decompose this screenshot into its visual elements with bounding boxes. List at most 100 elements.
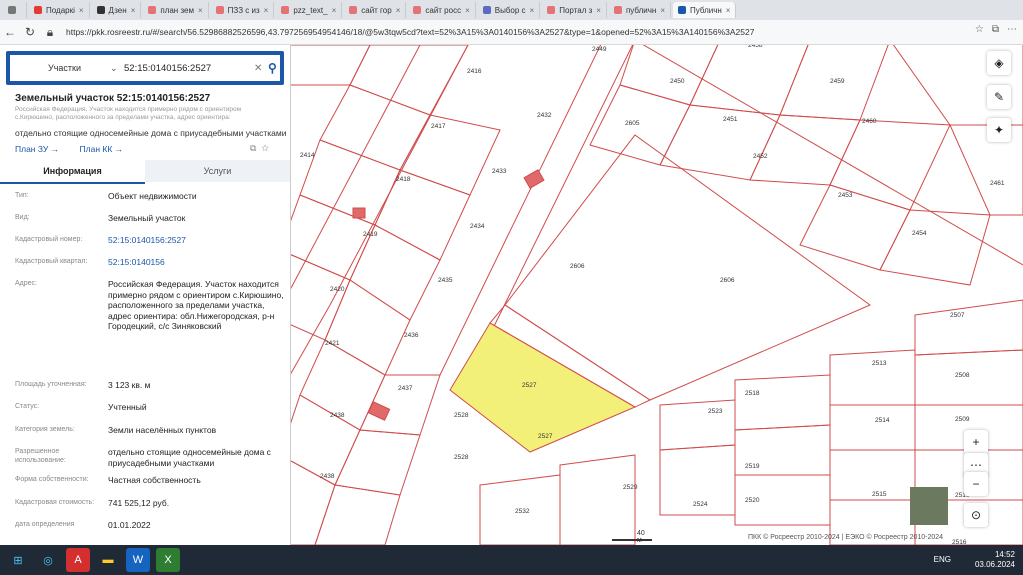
reload-icon[interactable]: ↻ — [20, 25, 40, 39]
parcel-number-label: 2529 — [623, 484, 638, 491]
clock[interactable]: 14:52 03.06.2024 — [975, 550, 1015, 570]
browser-tab[interactable]: Дзен × — [92, 2, 142, 18]
search-type-select[interactable]: Участки — [48, 63, 110, 73]
parcel-number-label: 2509 — [955, 416, 970, 423]
parcel-2449[interactable] — [619, 45, 720, 106]
parcel-2416[interactable] — [349, 45, 469, 116]
parcel-2453[interactable] — [799, 184, 911, 271]
language-indicator[interactable]: ENG — [934, 555, 951, 564]
browser-tab[interactable]: сайт росс × — [408, 2, 476, 18]
parcel-2451[interactable] — [659, 104, 781, 181]
info-value[interactable]: 52:15:0140156 — [108, 257, 284, 268]
tab-favicon-icon — [8, 6, 16, 14]
parcel-2523[interactable] — [659, 399, 736, 451]
parcel-2438b[interactable] — [314, 484, 401, 545]
parcel-2518[interactable] — [734, 374, 831, 431]
browser-tab[interactable]: Подаркі × — [29, 2, 90, 18]
building-footprint[interactable] — [523, 169, 545, 189]
info-value: 741 525,12 руб. — [108, 498, 170, 508]
tab-info[interactable]: Информация — [0, 160, 145, 184]
info-value: Российская Федерация. Участок находится … — [108, 279, 284, 331]
parcel-address-short: Российская Федерация. Участок находится … — [15, 106, 242, 121]
favorite-star-icon[interactable]: ☆ — [261, 143, 268, 153]
browser-tab[interactable]: ПЗЗ с из × — [211, 2, 275, 18]
browser-tab[interactable]: публичн × — [609, 2, 671, 18]
building-footprint[interactable] — [352, 207, 366, 219]
parcel-2432[interactable] — [399, 114, 501, 196]
browser-tab[interactable]: Публичн × — [673, 2, 737, 18]
parcel-2529[interactable] — [559, 454, 636, 545]
tab-close-icon[interactable]: × — [131, 6, 136, 15]
parcel-2434[interactable] — [349, 224, 441, 321]
browser-tab[interactable]: Выбор с × — [478, 2, 541, 18]
tab-close-icon[interactable]: × — [530, 6, 535, 15]
extensions-icon[interactable]: ⧉ — [992, 24, 999, 35]
parcel-2420[interactable] — [290, 250, 351, 341]
star-icon[interactable]: ☆ — [975, 24, 984, 35]
cadastral-map[interactable]: 2449 2458 2416 2450 2459 2432 2417 2605 2451 2460… — [290, 45, 1023, 545]
browser-tab[interactable]: план зем × — [143, 2, 209, 18]
parcel-2452[interactable] — [749, 114, 861, 186]
parcel-2435[interactable] — [324, 279, 411, 376]
basemap-thumbnail[interactable] — [910, 487, 948, 525]
lock-icon: 🔒︎ — [46, 24, 54, 39]
browser-tab[interactable]: Портал з × — [542, 2, 607, 18]
url-field[interactable]: https://pkk.rosreestr.ru/#/search/56.529… — [66, 27, 936, 37]
tab-close-icon[interactable]: × — [264, 6, 269, 15]
layers-icon[interactable]: ◈ — [987, 51, 1011, 75]
tab-close-icon[interactable]: × — [79, 6, 84, 15]
browser-tab[interactable]: сайт гор × — [344, 2, 407, 18]
parcel-2414a[interactable] — [290, 45, 371, 86]
info-value[interactable]: 52:15:0140156:2527 — [108, 235, 284, 246]
browser-tab[interactable] — [2, 2, 27, 18]
parcel-2418[interactable] — [299, 139, 401, 226]
tab-close-icon[interactable]: × — [332, 6, 337, 15]
chevron-down-icon[interactable]: ⌄ — [110, 63, 124, 74]
search-input[interactable]: 52:15:0140156:2527 — [124, 63, 254, 74]
folder-icon[interactable]: ▬ — [96, 548, 120, 572]
parcel-2606a[interactable] — [504, 134, 872, 401]
parcel-2454[interactable] — [879, 209, 991, 286]
parcel-2438[interactable] — [290, 455, 336, 545]
zoom-out-button[interactable]: − — [964, 472, 988, 496]
search-icon[interactable]: ⚲ — [268, 61, 277, 75]
parcel-number-label: 2605 — [625, 120, 640, 127]
parcel-2507[interactable] — [914, 299, 1023, 356]
plan-kk-link[interactable]: План КК → — [80, 144, 124, 154]
close-icon[interactable]: ✕ — [254, 63, 268, 74]
browser-tab[interactable]: pzz_text_ × — [276, 2, 343, 18]
parcel-number-label: 2419 — [363, 231, 378, 238]
parcel-2417[interactable] — [319, 84, 431, 171]
back-icon[interactable]: ← — [0, 25, 20, 39]
parcel-2433[interactable] — [374, 169, 471, 261]
tab-close-icon[interactable]: × — [198, 6, 203, 15]
browser-edge-icon[interactable]: ◎ — [36, 548, 60, 572]
ruler-icon[interactable]: ✎ — [987, 85, 1011, 109]
copy-icon[interactable]: ⧉ — [250, 143, 256, 153]
map-canvas[interactable]: 2449 2458 2416 2450 2459 2432 2417 2605 2451 2460… — [290, 45, 1023, 545]
tab-close-icon[interactable]: × — [465, 6, 470, 15]
tab-close-icon[interactable]: × — [660, 6, 665, 15]
excel-icon[interactable]: X — [156, 548, 180, 572]
parcel-2458[interactable] — [689, 45, 810, 116]
locate-icon[interactable]: ✦ — [987, 118, 1011, 142]
geolocation-icon[interactable]: ⊙ — [964, 503, 988, 527]
menu-icon[interactable]: ⋯ — [1007, 24, 1017, 35]
windows-start-icon[interactable]: ⊞ — [6, 548, 30, 572]
parcel-2514[interactable] — [829, 404, 916, 451]
tab-services[interactable]: Услуги — [145, 160, 290, 182]
parcel-2513[interactable] — [829, 349, 916, 406]
zoom-in-button[interactable]: + — [964, 430, 988, 454]
tab-close-icon[interactable]: × — [596, 6, 601, 15]
tab-close-icon[interactable]: × — [396, 6, 401, 15]
parcel-2450[interactable] — [589, 84, 691, 166]
word-icon[interactable]: W — [126, 548, 150, 572]
parcel-2528b[interactable] — [334, 429, 421, 496]
tab-favicon-icon — [482, 6, 491, 14]
info-label: Кадастровый номер: — [15, 236, 83, 243]
info-value: Земельный участок — [108, 213, 186, 223]
plan-zu-link[interactable]: План ЗУ → — [15, 144, 59, 154]
pdf-icon[interactable]: A — [66, 548, 90, 572]
parcel-2437[interactable] — [290, 394, 361, 486]
tab-close-icon[interactable]: × — [726, 6, 731, 15]
